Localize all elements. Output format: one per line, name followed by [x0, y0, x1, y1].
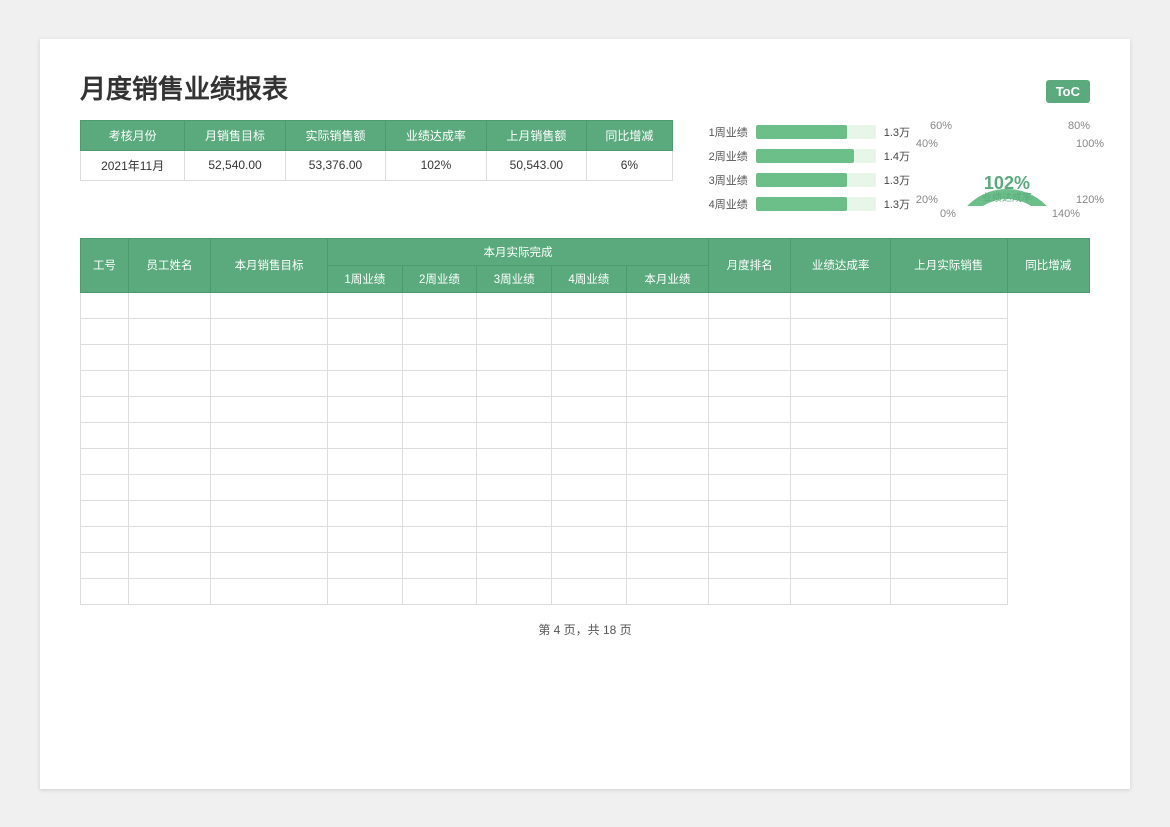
bar-track-4 [756, 197, 876, 211]
bar-fill-2 [756, 149, 854, 163]
right-panel: 1周业绩 1.3万 2周业绩 1.4万 3周业绩 1.3万 4周业绩 1.3万 … [703, 120, 1090, 220]
bar-row-3: 3周业绩 1.3万 [703, 172, 910, 188]
table-row [81, 344, 1090, 370]
summary-area: 考核月份 月销售目标 实际销售额 业绩达成率 上月销售额 同比增减 2021年1… [80, 120, 1090, 220]
bar-fill-1 [756, 125, 847, 139]
bar-label-2: 2周业绩 [703, 148, 748, 164]
bar-value-4: 1.3万 [884, 196, 910, 212]
gauge-center-text: 102% 业绩达成率 [982, 174, 1032, 204]
bar-label-3: 3周业绩 [703, 172, 748, 188]
table-row [81, 396, 1090, 422]
bar-row-1: 1周业绩 1.3万 [703, 124, 910, 140]
gauge-percent: 102% [982, 174, 1032, 194]
bar-label-4: 4周业绩 [703, 196, 748, 212]
table-row [81, 370, 1090, 396]
detail-sub-month: 本月业绩 [626, 265, 708, 292]
table-row [81, 422, 1090, 448]
summary-col-2: 月销售目标 [185, 120, 285, 150]
table-row [81, 474, 1090, 500]
detail-col-target: 本月销售目标 [211, 238, 328, 292]
bar-track-2 [756, 149, 876, 163]
footer-text: 第 4 页，共 18 页 [80, 621, 1090, 638]
table-row [81, 578, 1090, 604]
table-row [81, 318, 1090, 344]
gauge-sub-label: 业绩达成率 [982, 194, 1032, 204]
bar-fill-3 [756, 173, 847, 187]
gauge-label-120: 120% [1076, 194, 1104, 206]
toc-badge: ToC [1046, 80, 1090, 103]
bar-chart-section: 1周业绩 1.3万 2周业绩 1.4万 3周业绩 1.3万 4周业绩 1.3万 [703, 120, 910, 212]
summary-cell-last: 50,543.00 [486, 150, 586, 180]
summary-cell-yoy: 6% [587, 150, 673, 180]
detail-sub-week3: 3周业绩 [477, 265, 552, 292]
summary-col-3: 实际销售额 [285, 120, 385, 150]
page-title: 月度销售业绩报表 [80, 69, 1090, 106]
bar-track-1 [756, 125, 876, 139]
gauge-labels-top: 60% 80% [930, 120, 1090, 132]
summary-col-5: 上月销售额 [486, 120, 586, 150]
gauge-label-140: 140% [1052, 208, 1080, 220]
bar-value-1: 1.3万 [884, 124, 910, 140]
detail-col-name: 员工姓名 [128, 238, 210, 292]
table-row [81, 448, 1090, 474]
table-row [81, 526, 1090, 552]
gauge-label-80: 80% [1068, 120, 1090, 132]
summary-col-6: 同比增减 [587, 120, 673, 150]
summary-cell-rate: 102% [386, 150, 486, 180]
summary-col-1: 考核月份 [81, 120, 185, 150]
detail-col-rank: 月度排名 [709, 238, 791, 292]
detail-sub-week1: 1周业绩 [327, 265, 402, 292]
table-row [81, 552, 1090, 578]
detail-col-last: 上月实际销售 [890, 238, 1007, 292]
table-row [81, 500, 1090, 526]
gauge-label-40: 40% [916, 138, 938, 150]
gauge-label-0: 0% [940, 208, 956, 220]
bar-row-2: 2周业绩 1.4万 [703, 148, 910, 164]
detail-table: 工号 员工姓名 本月销售目标 本月实际完成 月度排名 业绩达成率 上月实际销售 … [80, 238, 1090, 605]
summary-table-wrap: 考核月份 月销售目标 实际销售额 业绩达成率 上月销售额 同比增减 2021年1… [80, 120, 673, 220]
page: ToC 月度销售业绩报表 考核月份 月销售目标 实际销售额 业绩达成率 上月销售… [40, 39, 1130, 789]
gauge-label-100: 100% [1076, 138, 1104, 150]
summary-col-4: 业绩达成率 [386, 120, 486, 150]
gauge-label-60: 60% [930, 120, 952, 132]
summary-cell-month: 2021年11月 [81, 150, 185, 180]
detail-col-id: 工号 [81, 238, 129, 292]
bar-fill-4 [756, 197, 847, 211]
detail-sub-week2: 2周业绩 [402, 265, 477, 292]
detail-sub-week4: 4周业绩 [552, 265, 627, 292]
detail-col-yoy: 同比增减 [1007, 238, 1089, 292]
bar-row-4: 4周业绩 1.3万 [703, 196, 910, 212]
summary-cell-target: 52,540.00 [185, 150, 285, 180]
table-row [81, 292, 1090, 318]
gauge-section: 60% 80% 40% 20% [930, 120, 1090, 220]
bar-label-1: 1周业绩 [703, 124, 748, 140]
bar-value-3: 1.3万 [884, 172, 910, 188]
summary-table: 考核月份 月销售目标 实际销售额 业绩达成率 上月销售额 同比增减 2021年1… [80, 120, 673, 181]
bar-track-3 [756, 173, 876, 187]
bar-value-2: 1.4万 [884, 148, 910, 164]
detail-span-header: 本月实际完成 [327, 238, 708, 265]
summary-cell-actual: 53,376.00 [285, 150, 385, 180]
gauge-container: 102% 业绩达成率 [942, 134, 1072, 206]
detail-col-rate: 业绩达成率 [791, 238, 891, 292]
gauge-label-20: 20% [916, 194, 938, 206]
